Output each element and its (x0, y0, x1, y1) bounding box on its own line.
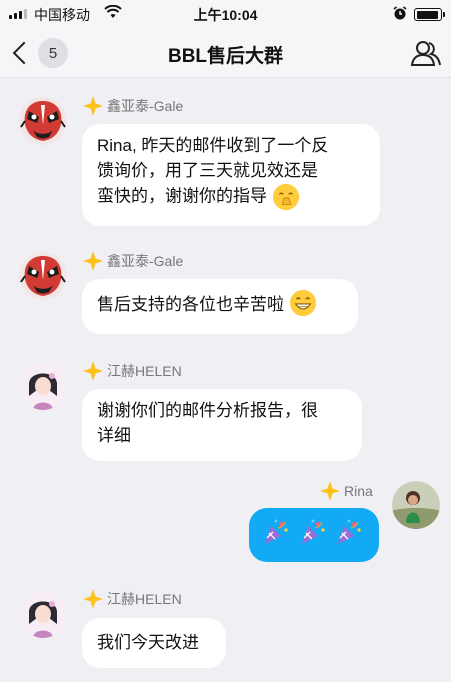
message-text: Rina, 昨天的邮件收到了一个反 (97, 136, 329, 155)
battery-icon (414, 8, 445, 21)
sender-name: 鑫亚泰-Gale (107, 253, 184, 269)
star-badge-icon (83, 96, 103, 116)
group-members-icon[interactable] (410, 38, 442, 68)
nav-bar: 5 BBL售后大群 (0, 28, 451, 78)
sender-name: 鑫亚泰-Gale (107, 98, 184, 114)
sender-name: 江赫HELEN (107, 591, 182, 607)
message-text: 详细 (97, 426, 131, 445)
star-badge-icon (83, 251, 103, 271)
message-bubble[interactable]: 我们今天改进 (82, 618, 226, 668)
message-text: 谢谢你们的邮件分析报告，很 (97, 401, 318, 420)
star-badge-icon (83, 589, 103, 609)
girl-portrait-avatar[interactable] (19, 362, 67, 410)
battery-level (416, 10, 439, 19)
message-text: 售后支持的各位也辛苦啦 (97, 295, 284, 314)
message-bubble[interactable]: Rina, 昨天的邮件收到了一个反 馈询价，用了三天就见效还是 蛮快的，谢谢你的… (82, 124, 380, 226)
thanks-emoji (272, 183, 299, 211)
child-photo-avatar[interactable] (392, 481, 440, 529)
star-badge-icon (83, 361, 103, 381)
opera-mask-avatar[interactable] (19, 252, 67, 300)
chat-message: 鑫亚泰-Gale 售后支持的各位也辛苦啦 (0, 243, 451, 343)
chat-message: 江赫HELEN 我们今天改进 (0, 583, 451, 682)
grin-emoji (289, 289, 316, 316)
status-bar: 中国移动 上午10:04 (0, 0, 451, 28)
chat-message-list[interactable]: 鑫亚泰-Gale Rina, 昨天的邮件收到了一个反 馈询价，用了三天就见效还是… (0, 78, 451, 682)
chat-message-mine: Rina (0, 475, 451, 575)
message-text: 蛮快的，谢谢你的指导 (97, 186, 267, 206)
message-bubble[interactable]: 谢谢你们的邮件分析报告，很 详细 (82, 389, 362, 461)
sender-name: Rina (344, 483, 373, 499)
sender-name: 江赫HELEN (107, 363, 182, 379)
clock: 上午10:04 (193, 7, 258, 23)
party-popper-emoji (265, 519, 288, 544)
message-bubble[interactable]: 售后支持的各位也辛苦啦 (82, 279, 358, 334)
chat-message: 江赫HELEN 谢谢你们的邮件分析报告，很 详细 (0, 353, 451, 468)
message-text: 馈询价，用了三天就见效还是 (97, 161, 318, 180)
party-popper-emoji (338, 519, 362, 544)
message-text: 我们今天改进 (97, 633, 199, 652)
chat-message: 鑫亚泰-Gale Rina, 昨天的邮件收到了一个反 馈询价，用了三天就见效还是… (0, 78, 451, 238)
party-popper-emoji (301, 519, 325, 544)
star-badge-icon (320, 481, 340, 501)
message-bubble-mine[interactable] (249, 508, 379, 562)
alarm-icon (393, 6, 407, 20)
opera-mask-avatar[interactable] (19, 97, 67, 145)
chat-title: BBL售后大群 (167, 46, 284, 67)
girl-portrait-avatar[interactable] (19, 590, 67, 638)
